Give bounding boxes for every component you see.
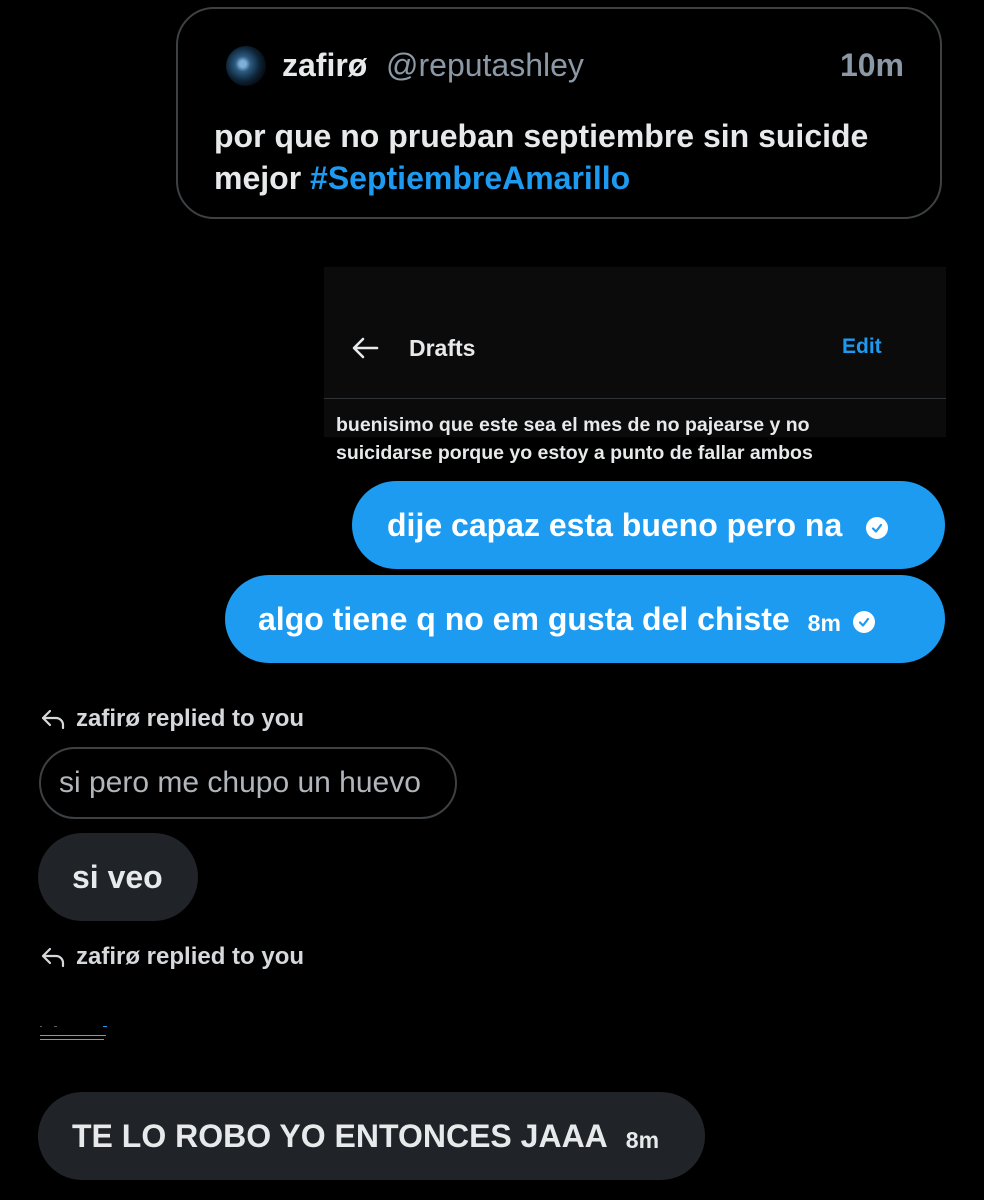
reply-arrow-icon	[41, 947, 65, 968]
drafts-panel: Drafts Edit buenisimo que este sea el me…	[324, 267, 946, 464]
message-text: TE LO ROBO YO ENTONCES JAAA	[72, 1117, 608, 1154]
sent-message-bubble[interactable]: algo tiene q no em gusta del chiste 8m	[225, 575, 945, 663]
message-timestamp: 8m	[625, 1126, 660, 1153]
message-text: si veo	[72, 858, 163, 895]
message-text: algo tiene q no em gusta del chiste	[258, 600, 790, 637]
check-icon	[866, 517, 889, 539]
drafts-edit-label: Edit	[842, 335, 882, 358]
tweet-text: por que no prueban septiembre sin suicid…	[214, 115, 914, 199]
quoted-image-thumbnail[interactable]	[40, 1024, 110, 1044]
reply-indicator-text: zafirø replied to you	[76, 943, 305, 970]
quoted-message[interactable]: si pero me chupo un huevo	[39, 747, 457, 819]
reply-arrow-icon	[41, 709, 65, 730]
received-message-bubble[interactable]: TE LO ROBO YO ENTONCES JAAA 8m	[38, 1092, 705, 1180]
reply-indicator: zafirø replied to you	[40, 943, 304, 971]
reply-indicator-text: zafirø replied to you	[76, 705, 305, 732]
tweet-timestamp: 10m	[839, 47, 904, 83]
message-timestamp: 8m	[807, 609, 841, 636]
quoted-tweet-card[interactable]: zafirø @reputashley 10m por que no prueb…	[176, 7, 942, 219]
sent-message-bubble[interactable]: dije capaz esta bueno pero na	[352, 481, 945, 569]
tweet-author-name: zafirø	[282, 47, 368, 83]
avatar[interactable]	[226, 46, 266, 86]
quoted-message-text: si pero me chupo un huevo	[59, 766, 421, 799]
drafts-title: Drafts	[409, 335, 476, 361]
drafts-screenshot-image[interactable]: Drafts Edit buenisimo que este sea el me…	[324, 233, 946, 472]
hashtag-link[interactable]: #SeptiembreAmarillo	[310, 160, 630, 196]
message-text: dije capaz esta bueno pero na	[387, 506, 843, 543]
back-arrow-icon	[352, 337, 379, 359]
divider	[324, 398, 946, 399]
received-message-bubble[interactable]: si veo	[38, 833, 198, 921]
draft-text: buenisimo que este sea el mes de no paje…	[336, 414, 813, 464]
tweet-author-handle: @reputashley	[386, 47, 584, 83]
check-icon	[852, 611, 875, 633]
reply-indicator: zafirø replied to you	[40, 705, 304, 733]
